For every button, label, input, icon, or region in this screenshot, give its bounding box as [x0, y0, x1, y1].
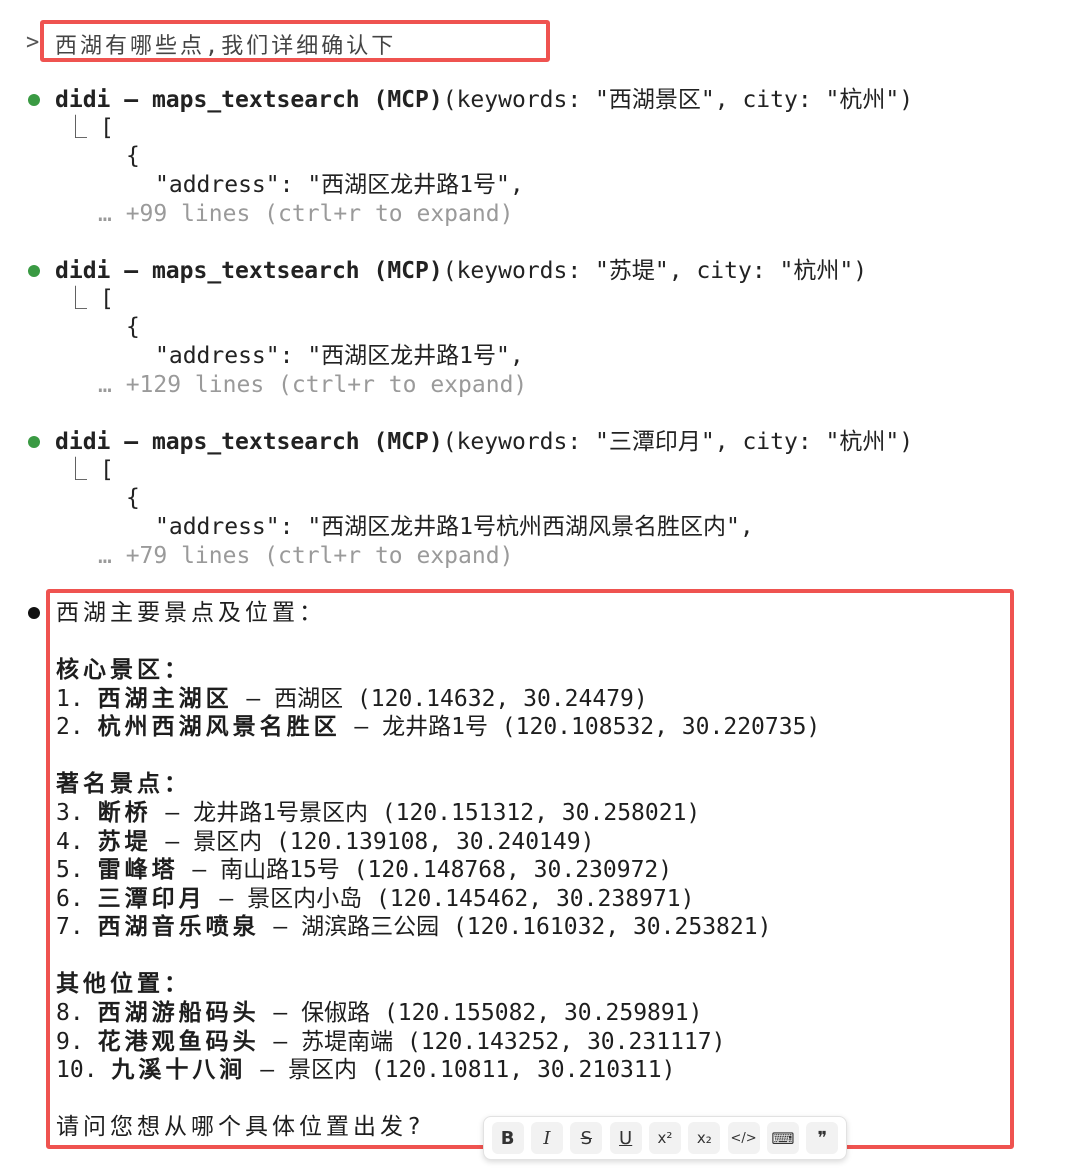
section-heading: 著名景点：: [56, 771, 191, 797]
item-name: 西湖主湖区: [97, 686, 233, 712]
item-name: 杭州西湖风景名胜区: [97, 714, 341, 740]
item-detail: – 西湖区 (120.14632, 30.24479): [232, 686, 648, 712]
tree-elbow-icon: ⎿: [64, 286, 87, 312]
item-name: 苏堤: [97, 829, 152, 855]
json-brace: {: [126, 314, 140, 340]
answer-bullet-icon: [28, 607, 40, 619]
item-number: 4.: [56, 829, 84, 855]
item-number: 9.: [56, 1029, 84, 1055]
tool-server: didi: [55, 87, 111, 113]
list-item: 1. 西湖主湖区 – 西湖区 (120.14632, 30.24479): [56, 685, 648, 713]
inline-code-icon[interactable]: </>: [727, 1122, 760, 1154]
tool-status-dot-icon: [28, 265, 40, 277]
code-block-icon[interactable]: ⌨: [766, 1122, 799, 1154]
tool-status-dot-icon: [28, 436, 40, 448]
collapsed-lines-hint[interactable]: … +79 lines (ctrl+r to expand): [98, 542, 513, 570]
tool-status-dot-icon: [28, 94, 40, 106]
list-item: 3. 断桥 – 龙井路1号景区内 (120.151312, 30.258021): [56, 799, 700, 827]
tool-dash: –: [110, 87, 152, 113]
item-name: 花港观鱼码头: [97, 1029, 260, 1055]
tool-dash: –: [110, 429, 152, 455]
list-item: 9. 花港观鱼码头 – 苏堤南端 (120.143252, 30.231117): [56, 1028, 725, 1056]
tool-name: maps_textsearch (MCP): [151, 87, 443, 113]
tool-call-header: didi – maps_textsearch (MCP)(keywords: "…: [55, 86, 913, 114]
item-number: 8.: [56, 1000, 84, 1026]
tool-server: didi: [55, 258, 111, 284]
item-number: 6.: [56, 886, 84, 912]
format-toolbar: B I S U x² x₂ </> ⌨ ❞: [483, 1116, 847, 1160]
item-detail: – 景区内小岛 (120.145462, 30.238971): [205, 886, 695, 912]
json-bracket: [: [100, 115, 114, 141]
collapsed-lines-hint[interactable]: … +129 lines (ctrl+r to expand): [98, 371, 527, 399]
json-brace: {: [126, 143, 140, 169]
item-detail: – 景区内 (120.139108, 30.240149): [151, 829, 595, 855]
tool-call-header: didi – maps_textsearch (MCP)(keywords: "…: [55, 257, 867, 285]
underline-icon[interactable]: U: [609, 1122, 642, 1154]
item-detail: – 湖滨路三公园 (120.161032, 30.253821): [259, 914, 772, 940]
list-item: 6. 三潭印月 – 景区内小岛 (120.145462, 30.238971): [56, 885, 694, 913]
json-bracket: [: [100, 286, 114, 312]
tool-args: (keywords: "三潭印月", city: "杭州"): [442, 429, 914, 455]
item-name: 雷峰塔: [97, 857, 179, 883]
item-detail: – 景区内 (120.10811, 30.210311): [246, 1057, 676, 1083]
item-name: 三潭印月: [97, 886, 206, 912]
tree-elbow-icon: ⎿: [64, 457, 87, 483]
strikethrough-icon[interactable]: S: [570, 1122, 603, 1154]
list-item: 4. 苏堤 – 景区内 (120.139108, 30.240149): [56, 828, 594, 856]
italic-icon[interactable]: I: [530, 1122, 563, 1154]
item-detail: – 南山路15号 (120.148768, 30.230972): [178, 857, 673, 883]
bold-icon[interactable]: B: [491, 1122, 524, 1154]
list-item: 10. 九溪十八涧 – 景区内 (120.10811, 30.210311): [56, 1056, 675, 1084]
item-name: 断桥: [97, 800, 152, 826]
item-detail: – 苏堤南端 (120.143252, 30.231117): [259, 1029, 726, 1055]
item-detail: – 龙井路1号 (120.108532, 30.220735): [340, 714, 821, 740]
section-heading: 核心景区：: [56, 657, 191, 683]
tool-name: maps_textsearch (MCP): [151, 258, 443, 284]
list-item: 5. 雷峰塔 – 南山路15号 (120.148768, 30.230972): [56, 856, 672, 884]
json-brace: {: [126, 485, 140, 511]
json-address-line: "address": "西湖区龙井路1号杭州西湖风景名胜区内",: [155, 514, 754, 540]
item-detail: – 保俶路 (120.155082, 30.259891): [259, 1000, 703, 1026]
item-number: 2.: [56, 714, 84, 740]
prompt-text: 西湖有哪些点,我们详细确认下: [55, 34, 397, 59]
json-address-line: "address": "西湖区龙井路1号",: [155, 343, 524, 369]
json-address-line: "address": "西湖区龙井路1号",: [155, 172, 524, 198]
item-detail: – 龙井路1号景区内 (120.151312, 30.258021): [151, 800, 701, 826]
tree-elbow-icon: ⎿: [64, 115, 87, 141]
item-name: 西湖游船码头: [97, 1000, 260, 1026]
answer-question: 请问您想从哪个具体位置出发?: [56, 1114, 425, 1140]
tool-dash: –: [110, 258, 152, 284]
item-number: 10.: [56, 1057, 98, 1083]
quote-icon[interactable]: ❞: [806, 1122, 839, 1154]
prompt-caret: >: [26, 30, 40, 55]
item-number: 3.: [56, 800, 84, 826]
tool-args: (keywords: "苏堤", city: "杭州"): [442, 258, 868, 284]
item-name: 西湖音乐喷泉: [97, 914, 260, 940]
item-number: 5.: [56, 857, 84, 883]
section-heading: 其他位置：: [56, 971, 191, 997]
tool-name: maps_textsearch (MCP): [151, 429, 443, 455]
item-number: 7.: [56, 914, 84, 940]
item-name: 九溪十八涧: [111, 1057, 247, 1083]
answer-intro: 西湖主要景点及位置：: [56, 600, 326, 626]
tool-call-header: didi – maps_textsearch (MCP)(keywords: "…: [55, 428, 913, 456]
list-item: 2. 杭州西湖风景名胜区 – 龙井路1号 (120.108532, 30.220…: [56, 713, 820, 741]
collapsed-lines-hint[interactable]: … +99 lines (ctrl+r to expand): [98, 200, 513, 228]
json-bracket: [: [100, 457, 114, 483]
tool-server: didi: [55, 429, 111, 455]
list-item: 7. 西湖音乐喷泉 – 湖滨路三公园 (120.161032, 30.25382…: [56, 913, 771, 941]
item-number: 1.: [56, 686, 84, 712]
subscript-icon[interactable]: x₂: [688, 1122, 721, 1154]
tool-args: (keywords: "西湖景区", city: "杭州"): [442, 87, 914, 113]
superscript-icon[interactable]: x²: [648, 1122, 681, 1154]
list-item: 8. 西湖游船码头 – 保俶路 (120.155082, 30.259891): [56, 999, 702, 1027]
